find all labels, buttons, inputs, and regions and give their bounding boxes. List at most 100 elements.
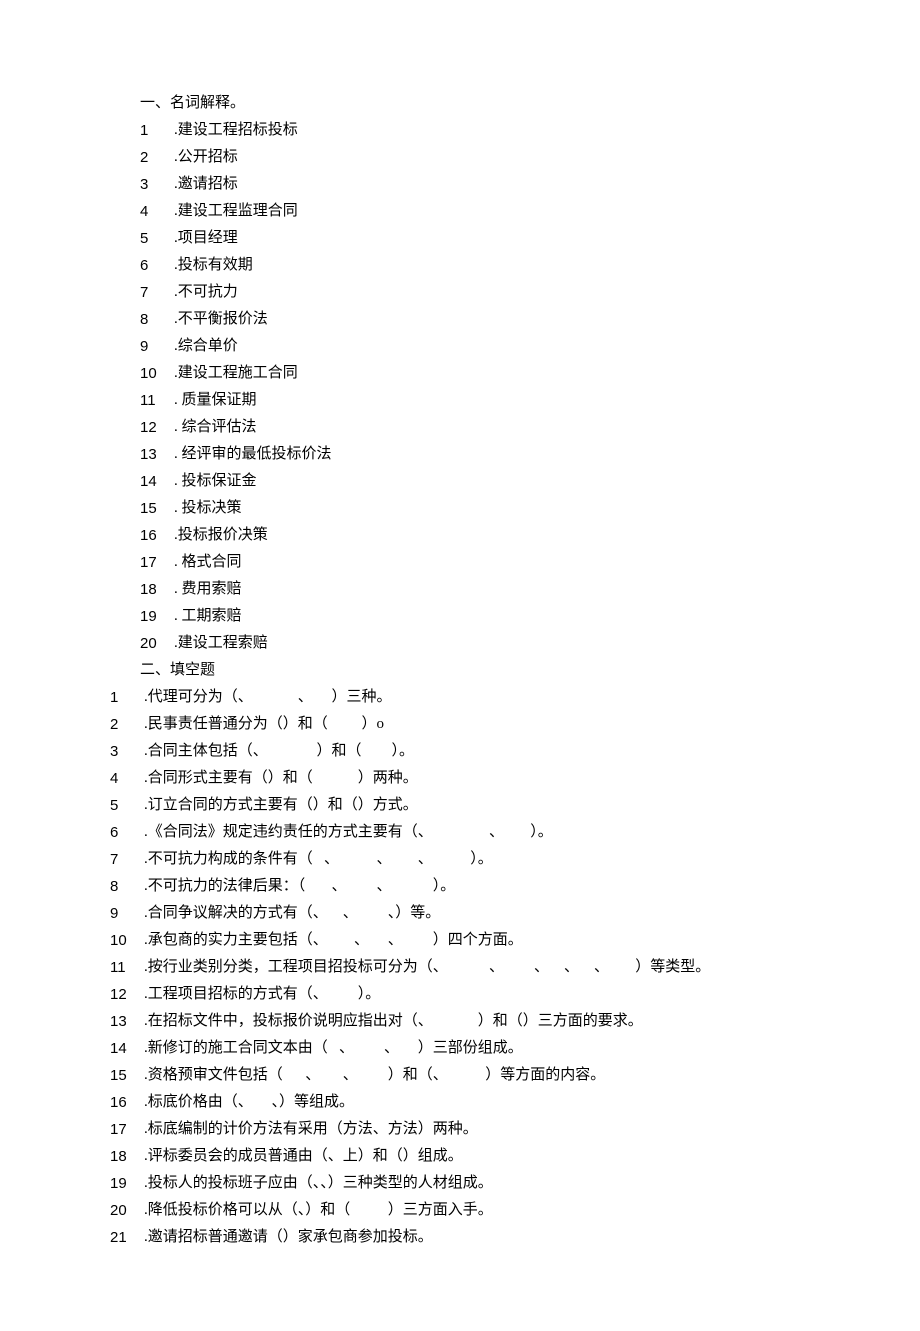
list-item: 15.资格预审文件包括（ 、 、 ）和（、 ）等方面的内容。 — [110, 1062, 810, 1089]
list-item: 3.邀请招标 — [110, 171, 810, 198]
item-number: 14 — [140, 468, 174, 495]
list-item: 17. 格式合同 — [110, 549, 810, 576]
list-item: 16.标底价格由（、 、）等组成。 — [110, 1089, 810, 1116]
item-number: 1 — [140, 117, 174, 144]
item-text: .公开招标 — [174, 144, 238, 171]
item-text: .标底价格由（、 、）等组成。 — [144, 1089, 354, 1116]
item-number: 17 — [110, 1116, 144, 1143]
item-text: . 投标保证金 — [174, 468, 257, 495]
section-1-list: 1.建设工程招标投标2.公开招标3.邀请招标4.建设工程监理合同5.项目经理6.… — [110, 117, 810, 657]
item-text: .投标有效期 — [174, 252, 253, 279]
list-item: 3.合同主体包括（、 ）和（ ）。 — [110, 738, 810, 765]
item-number: 11 — [140, 387, 174, 414]
item-number: 20 — [110, 1197, 144, 1224]
list-item: 4.建设工程监理合同 — [110, 198, 810, 225]
list-item: 10.承包商的实力主要包括（、 、 、 ）四个方面。 — [110, 927, 810, 954]
list-item: 12. 综合评估法 — [110, 414, 810, 441]
item-number: 16 — [110, 1089, 144, 1116]
item-number: 3 — [140, 171, 174, 198]
list-item: 1.建设工程招标投标 — [110, 117, 810, 144]
item-number: 3 — [110, 738, 144, 765]
list-item: 4.合同形式主要有（）和（ ）两种。 — [110, 765, 810, 792]
item-text: .合同争议解决的方式有（、 、 、）等。 — [144, 900, 440, 927]
list-item: 21.邀请招标普通邀请（）家承包商参加投标。 — [110, 1224, 810, 1251]
item-number: 5 — [110, 792, 144, 819]
item-number: 18 — [140, 576, 174, 603]
list-item: 18.评标委员会的成员普通由（、上）和（）组成。 — [110, 1143, 810, 1170]
section-1-heading: 一、名词解释。 — [110, 90, 810, 117]
list-item: 20.建设工程索赔 — [110, 630, 810, 657]
item-text: .订立合同的方式主要有（）和（）方式。 — [144, 792, 418, 819]
list-item: 9.综合单价 — [110, 333, 810, 360]
item-number: 9 — [110, 900, 144, 927]
document-page: 一、名词解释。 1.建设工程招标投标2.公开招标3.邀请招标4.建设工程监理合同… — [0, 0, 920, 1331]
item-text: .邀请招标普通邀请（）家承包商参加投标。 — [144, 1224, 433, 1251]
section-2-heading: 二、填空题 — [110, 657, 810, 684]
item-text: . 格式合同 — [174, 549, 242, 576]
item-text: . 费用索赔 — [174, 576, 242, 603]
item-text: . 经评审的最低投标价法 — [174, 441, 332, 468]
item-number: 19 — [110, 1170, 144, 1197]
item-text: .按行业类别分类，工程项目招投标可分为（、 、 、 、 、 ）等类型。 — [144, 954, 710, 981]
list-item: 14.新修订的施工合同文本由（ 、 、 ）三部份组成。 — [110, 1035, 810, 1062]
item-number: 4 — [110, 765, 144, 792]
list-item: 11. 质量保证期 — [110, 387, 810, 414]
item-number: 18 — [110, 1143, 144, 1170]
item-text: .不可抗力 — [174, 279, 238, 306]
list-item: 10.建设工程施工合同 — [110, 360, 810, 387]
list-item: 15. 投标决策 — [110, 495, 810, 522]
item-text: .综合单价 — [174, 333, 238, 360]
item-text: .在招标文件中，投标报价说明应指出对（、 ）和（）三方面的要求。 — [144, 1008, 643, 1035]
item-number: 12 — [110, 981, 144, 1008]
item-text: .合同主体包括（、 ）和（ ）。 — [144, 738, 414, 765]
item-text: .不平衡报价法 — [174, 306, 268, 333]
list-item: 19. 工期索赔 — [110, 603, 810, 630]
item-number: 4 — [140, 198, 174, 225]
item-number: 7 — [140, 279, 174, 306]
item-number: 15 — [140, 495, 174, 522]
item-text: .标底编制的计价方法有采用（方法、方法）两种。 — [144, 1116, 478, 1143]
item-text: . 工期索赔 — [174, 603, 242, 630]
item-text: .合同形式主要有（）和（ ）两种。 — [144, 765, 418, 792]
list-item: 18. 费用索赔 — [110, 576, 810, 603]
list-item: 9.合同争议解决的方式有（、 、 、）等。 — [110, 900, 810, 927]
item-text: .不可抗力构成的条件有（ 、 、 、 ）。 — [144, 846, 493, 873]
item-number: 21 — [110, 1224, 144, 1251]
item-text: .新修订的施工合同文本由（ 、 、 ）三部份组成。 — [144, 1035, 523, 1062]
item-text: .投标报价决策 — [174, 522, 268, 549]
item-text: .工程项目招标的方式有（、 ）。 — [144, 981, 380, 1008]
item-text: . 投标决策 — [174, 495, 242, 522]
item-number: 2 — [110, 711, 144, 738]
item-number: 8 — [140, 306, 174, 333]
item-text: .建设工程监理合同 — [174, 198, 298, 225]
list-item: 14. 投标保证金 — [110, 468, 810, 495]
item-number: 8 — [110, 873, 144, 900]
item-number: 1 — [110, 684, 144, 711]
list-item: 19.投标人的投标班子应由（、、）三种类型的人材组成。 — [110, 1170, 810, 1197]
list-item: 20.降低投标价格可以从（、）和（ ）三方面入手。 — [110, 1197, 810, 1224]
item-text: .《合同法》规定违约责任的方式主要有（、 、 ）。 — [144, 819, 553, 846]
list-item: 1.代理可分为（、 、 ）三种。 — [110, 684, 810, 711]
item-text: .投标人的投标班子应由（、、）三种类型的人材组成。 — [144, 1170, 493, 1197]
list-item: 6.《合同法》规定违约责任的方式主要有（、 、 ）。 — [110, 819, 810, 846]
list-item: 8.不平衡报价法 — [110, 306, 810, 333]
item-number: 6 — [140, 252, 174, 279]
item-number: 6 — [110, 819, 144, 846]
item-number: 20 — [140, 630, 174, 657]
list-item: 13. 经评审的最低投标价法 — [110, 441, 810, 468]
item-number: 10 — [140, 360, 174, 387]
item-number: 13 — [110, 1008, 144, 1035]
item-text: .建设工程索赔 — [174, 630, 268, 657]
item-text: .项目经理 — [174, 225, 238, 252]
list-item: 17.标底编制的计价方法有采用（方法、方法）两种。 — [110, 1116, 810, 1143]
item-text: .民事责任普通分为（）和（ ）o — [144, 711, 384, 738]
item-number: 5 — [140, 225, 174, 252]
item-text: .不可抗力的法律后果：（ 、 、 ）。 — [144, 873, 455, 900]
item-text: .代理可分为（、 、 ）三种。 — [144, 684, 392, 711]
list-item: 7.不可抗力 — [110, 279, 810, 306]
item-number: 10 — [110, 927, 144, 954]
item-number: 7 — [110, 846, 144, 873]
item-text: .建设工程施工合同 — [174, 360, 298, 387]
item-text: . 综合评估法 — [174, 414, 257, 441]
item-text: .建设工程招标投标 — [174, 117, 298, 144]
